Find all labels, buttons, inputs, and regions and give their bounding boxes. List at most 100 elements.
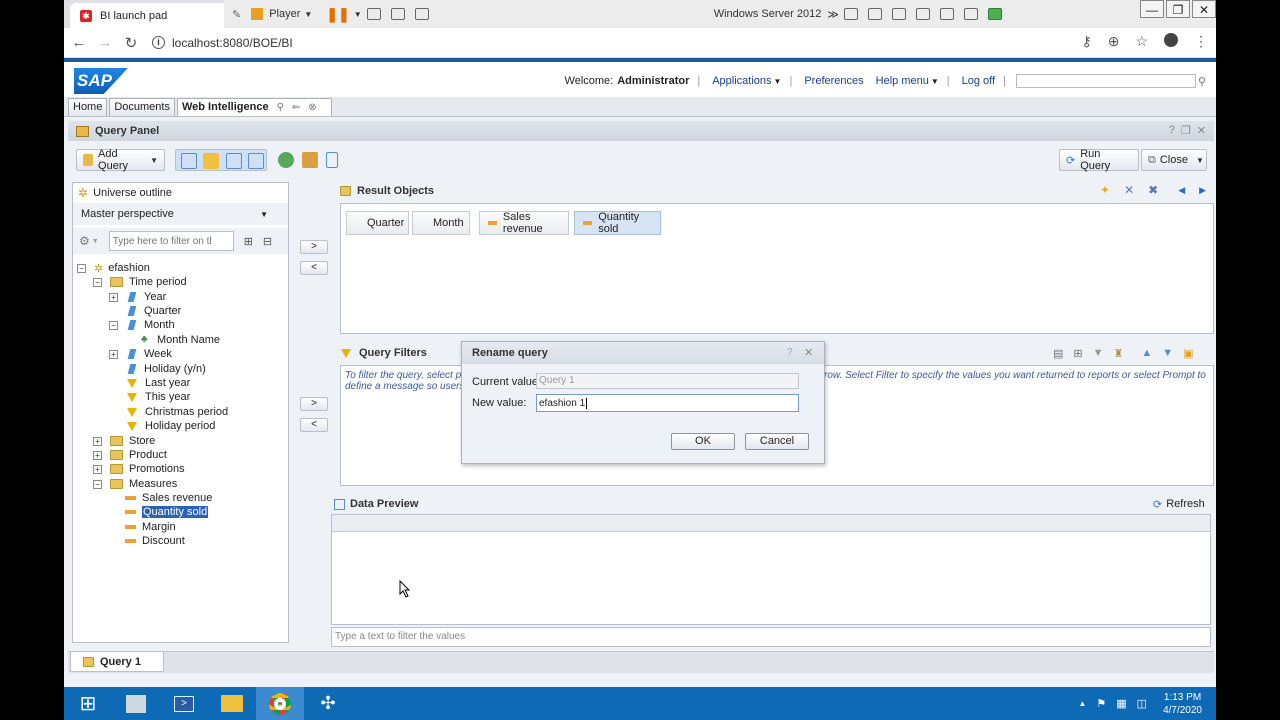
sql-icon[interactable] <box>326 152 338 168</box>
forward-icon[interactable]: → <box>94 34 116 51</box>
collapse-icon[interactable]: − <box>77 263 86 273</box>
info-icon[interactable]: i <box>152 36 165 49</box>
key-icon[interactable]: ⚷ <box>1081 33 1091 50</box>
close-icon[interactable]: ✕ <box>1192 0 1216 18</box>
grid-view-icon[interactable] <box>226 153 242 169</box>
tree-node-margin[interactable]: Margin <box>125 520 176 534</box>
tree-node-quarter[interactable]: Quarter <box>126 304 181 318</box>
expand-icon[interactable]: + <box>93 436 102 446</box>
query-tab[interactable]: Query 1 <box>70 651 164 672</box>
remove-result-object-button[interactable]: < <box>300 261 328 275</box>
expand-icon[interactable]: + <box>93 450 102 460</box>
tree-node-holiday-period[interactable]: Holiday period <box>126 419 215 433</box>
add-query-button[interactable]: Add Query ▼ <box>76 148 165 172</box>
tree-node-quantity-sold[interactable]: Quantity sold <box>125 505 209 519</box>
help-menu[interactable]: Help menu <box>876 75 929 87</box>
device-icon[interactable] <box>891 8 906 20</box>
close-icon[interactable]: ✕ <box>804 346 813 359</box>
tab-web-intelligence[interactable]: Web Intelligence ⚲ ⇐ ⊗ <box>176 98 332 116</box>
help-icon[interactable]: ? <box>787 347 793 358</box>
url-field[interactable]: i localhost:8080/BOE/BI <box>152 36 293 50</box>
tree-node-year[interactable]: + Year <box>109 290 166 304</box>
preview-view-icon[interactable] <box>248 153 264 169</box>
result-object-quantity-sold[interactable]: Quantity sold <box>574 211 661 235</box>
universe-filter-input[interactable] <box>108 231 234 251</box>
collapse-all-icon[interactable]: ⊟ <box>263 235 272 248</box>
network-status-icon[interactable]: ▦ <box>1116 697 1126 710</box>
data-provider-icon[interactable] <box>278 152 294 168</box>
add-filter-icon[interactable]: ✦ <box>1100 183 1110 197</box>
device-icon[interactable] <box>963 8 978 20</box>
collapse-icon[interactable]: − <box>109 320 118 330</box>
tree-node-christmas-period[interactable]: Christmas period <box>126 405 228 419</box>
unity-icon[interactable] <box>414 8 429 20</box>
minimize-icon[interactable]: — <box>1140 0 1164 18</box>
tree-node-month[interactable]: − Month <box>109 318 175 332</box>
tree-node-holiday-yn[interactable]: Holiday (y/n) <box>126 362 206 376</box>
scroll-right-icon[interactable]: ▶ <box>1199 185 1206 196</box>
outline-view-icon[interactable] <box>181 153 197 169</box>
device-icon[interactable] <box>843 8 858 20</box>
tree-node-time-period[interactable]: − Time period <box>93 275 187 289</box>
back-icon[interactable]: ⇐ <box>292 102 300 113</box>
star-icon[interactable]: ☆ <box>1135 33 1148 50</box>
and-or-icon[interactable]: ⊞ <box>1073 347 1082 360</box>
refresh-button[interactable]: ⟳ Refresh <box>1153 497 1205 511</box>
tab-home[interactable]: Home <box>68 98 108 116</box>
log-off-link[interactable]: Log off <box>962 75 995 87</box>
filter-options-icon[interactable]: ⚙ <box>79 234 90 248</box>
preferences-link[interactable]: Preferences <box>804 75 863 87</box>
taskbar-explorer[interactable] <box>208 687 256 720</box>
expand-icon[interactable]: ≫ <box>827 8 839 21</box>
filter-pane-icon[interactable] <box>203 153 219 169</box>
device-icon[interactable] <box>867 8 882 20</box>
player-menu[interactable]: Player <box>269 8 300 20</box>
reload-icon[interactable]: ↻ <box>120 34 142 52</box>
collapse-icon[interactable]: − <box>93 479 102 489</box>
fullscreen-icon[interactable] <box>390 8 405 20</box>
pin-icon[interactable]: ✎ <box>232 8 241 21</box>
tree-node-month-name[interactable]: ♣ Month Name <box>141 333 220 347</box>
browser-tab[interactable]: ✱ BI launch pad <box>70 3 250 28</box>
pause-icon[interactable]: ❚❚ <box>326 6 349 23</box>
perspective-select[interactable]: Master perspective ▼ <box>73 203 288 225</box>
remove-icon[interactable]: ✕ <box>1124 183 1134 197</box>
expand-icon[interactable]: ▣ <box>1183 347 1193 360</box>
restore-icon[interactable]: ❐ <box>1181 124 1191 137</box>
taskbar-chrome[interactable] <box>256 687 304 720</box>
volume-icon[interactable]: ◫ <box>1137 697 1147 710</box>
tree-node-product[interactable]: + Product <box>93 448 167 462</box>
scroll-left-icon[interactable]: ◀ <box>1178 185 1185 196</box>
device-icon[interactable] <box>939 8 954 20</box>
restore-icon[interactable]: ❐ <box>1166 0 1190 18</box>
search-icon[interactable]: ⚲ <box>1198 75 1206 88</box>
message-icon[interactable] <box>987 8 1002 20</box>
tray-icon[interactable]: ⚑ <box>1096 697 1106 710</box>
remove-filter-button[interactable]: < <box>300 418 328 432</box>
pin-icon[interactable]: ⚲ <box>277 102 284 113</box>
expand-all-icon[interactable]: ⊞ <box>244 235 253 248</box>
help-icon[interactable]: ? <box>1169 124 1175 137</box>
expand-icon[interactable]: + <box>93 464 102 474</box>
clock[interactable]: 1:13 PM 4/7/2020 <box>1163 691 1202 717</box>
ok-button[interactable]: OK <box>671 433 735 450</box>
new-value-input[interactable]: efashion 1 <box>536 394 799 412</box>
start-button[interactable]: ⊞ <box>64 687 112 720</box>
run-query-button[interactable]: ⟳ Run Query <box>1059 148 1139 172</box>
add-filter-button[interactable]: > <box>300 397 328 411</box>
tab-documents[interactable]: Documents <box>109 98 175 116</box>
zoom-icon[interactable]: ⊕ <box>1108 33 1120 50</box>
device-icon[interactable] <box>915 8 930 20</box>
send-keys-icon[interactable] <box>366 8 381 20</box>
result-object-month[interactable]: Month <box>412 211 470 235</box>
close-button[interactable]: ⧉ Close ▼ <box>1141 149 1207 171</box>
data-preview-filter-input[interactable]: Type a text to filter the values <box>331 627 1211 647</box>
tree-node-sales-revenue[interactable]: Sales revenue <box>125 491 212 505</box>
properties-icon[interactable] <box>302 152 318 168</box>
close-icon[interactable]: ✕ <box>1197 124 1206 137</box>
tree-node-promotions[interactable]: + Promotions <box>93 462 185 476</box>
menu-icon[interactable]: ⋮ <box>1194 33 1208 50</box>
tree-node-discount[interactable]: Discount <box>125 534 185 548</box>
close-icon[interactable]: ⊗ <box>308 102 316 113</box>
tree-node-efashion[interactable]: − ✲ efashion <box>77 261 150 275</box>
